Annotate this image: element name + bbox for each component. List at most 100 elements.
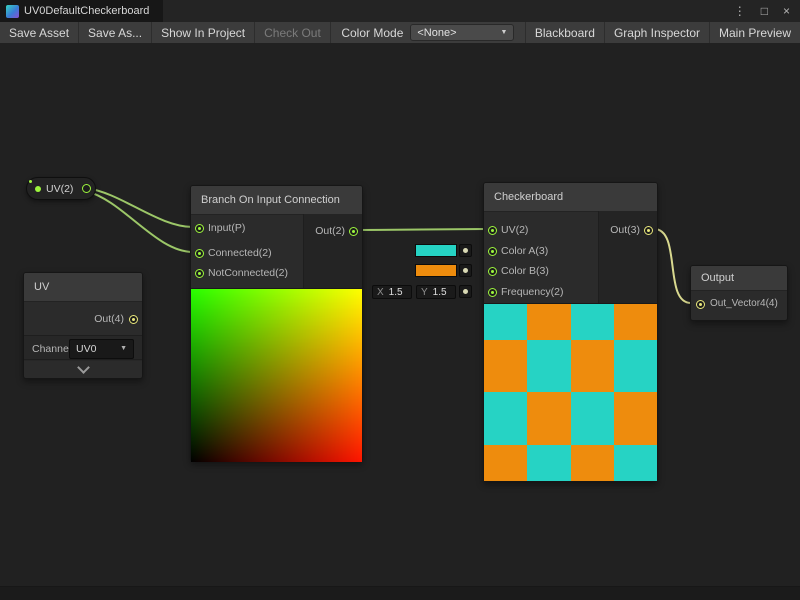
uv-collapse-toggle[interactable]	[24, 359, 142, 378]
graph-toolbar: Save Asset Save As... Show In Project Ch…	[0, 22, 800, 44]
checkerboard-color-a-port[interactable]	[488, 247, 497, 256]
branch-node-title[interactable]: Branch On Input Connection	[191, 186, 362, 215]
node-branch-on-input-connection[interactable]: Branch On Input Connection Input(P) Conn…	[190, 185, 363, 462]
checker-cell	[571, 340, 614, 393]
checkerboard-node-title[interactable]: Checkerboard	[484, 183, 657, 212]
color-mode-value: <None>	[417, 27, 456, 39]
color-a-field[interactable]	[415, 244, 457, 257]
graph-inspector-button[interactable]: Graph Inspector	[604, 22, 709, 43]
checkerboard-uv-port[interactable]	[488, 226, 497, 235]
checkerboard-color-b-port[interactable]	[488, 267, 497, 276]
checkerboard-out-port[interactable]	[644, 226, 653, 235]
blackboard-button[interactable]: Blackboard	[525, 22, 604, 43]
checker-cell	[527, 445, 570, 481]
uv-channel-value: UV0	[76, 343, 96, 355]
checker-cell	[571, 304, 614, 340]
edge-uvpill-to-connected[interactable]	[86, 191, 193, 252]
checker-cell	[484, 340, 527, 393]
uv-pill-out-port[interactable]	[82, 184, 91, 193]
color-b-picker-icon[interactable]	[459, 264, 472, 277]
uv-channel-dropdown[interactable]: UV0 ▼	[69, 339, 134, 359]
window-controls: ⋮ □ ×	[734, 0, 800, 22]
checkerboard-color-a-label: Color A(3)	[501, 244, 548, 258]
frequency-x-field[interactable]: X 1.5	[372, 285, 412, 299]
branch-out-label: Out(2)	[315, 224, 345, 238]
color-mode-label: Color Mode	[341, 26, 403, 40]
uv-channel-label: Channel	[32, 343, 69, 355]
branch-out-port[interactable]	[349, 227, 358, 236]
checkerboard-preview	[484, 303, 657, 481]
uv-out-port[interactable]	[129, 315, 138, 324]
branch-notconnected-port[interactable]	[195, 269, 204, 278]
tab-uv0defaultcheckerboard[interactable]: UV0DefaultCheckerboard	[0, 0, 163, 22]
shader-graph-window: UV0DefaultCheckerboard ⋮ □ × Save Asset …	[0, 0, 800, 600]
shadergraph-asset-icon	[6, 5, 19, 18]
checker-cell	[484, 392, 527, 445]
maximize-icon[interactable]: □	[761, 4, 768, 18]
checker-cell	[614, 445, 657, 481]
color-a-swatch[interactable]	[415, 244, 457, 257]
output-vector4-label: Out_Vector4(4)	[710, 297, 778, 311]
checker-cell	[614, 304, 657, 340]
edge-branch-to-checkerboard[interactable]	[359, 229, 486, 230]
node-uv[interactable]: UV Out(4) Channel UV0 ▼	[23, 272, 143, 379]
color-b-field[interactable]	[415, 264, 457, 277]
chevron-down-icon: ▼	[500, 29, 507, 36]
output-node-title[interactable]: Output	[691, 266, 787, 291]
kebab-menu-icon[interactable]: ⋮	[734, 4, 746, 18]
node-uv-pill[interactable]: UV(2)	[26, 177, 96, 200]
chevron-down-icon	[77, 361, 90, 374]
branch-input-p-port[interactable]	[195, 224, 204, 233]
save-asset-button[interactable]: Save Asset	[0, 22, 79, 43]
chevron-down-icon: ▼	[120, 345, 127, 352]
toolbar-left-group: Save Asset Save As... Show In Project Ch…	[0, 22, 331, 43]
checker-cell	[571, 445, 614, 481]
uv-pill-label: UV(2)	[46, 183, 82, 195]
checkerboard-frequency-label: Frequency(2)	[501, 285, 563, 299]
preview-dot-icon	[35, 186, 41, 192]
branch-notconnected-label: NotConnected(2)	[208, 266, 288, 280]
tab-bar: UV0DefaultCheckerboard ⋮ □ ×	[0, 0, 800, 22]
color-mode-group: Color Mode <None> ▼	[341, 22, 514, 43]
checker-cell	[527, 340, 570, 393]
checkerboard-frequency-port[interactable]	[488, 288, 497, 297]
output-vector4-port[interactable]	[696, 300, 705, 309]
color-mode-dropdown[interactable]: <None> ▼	[410, 24, 514, 41]
toolbar-right-group: Blackboard Graph Inspector Main Preview	[525, 22, 800, 43]
save-as-button[interactable]: Save As...	[79, 22, 152, 43]
canvas-bottom-strip	[0, 586, 800, 600]
checker-cell	[614, 340, 657, 393]
edge-uvpill-to-input[interactable]	[86, 188, 193, 227]
uv-out-label: Out(4)	[94, 312, 124, 326]
uv-node-title[interactable]: UV	[24, 273, 142, 302]
node-output[interactable]: Output Out_Vector4(4)	[690, 265, 788, 321]
color-b-swatch[interactable]	[415, 264, 457, 277]
node-checkerboard[interactable]: Checkerboard UV(2) Color A(3) Color B(3)…	[483, 182, 658, 482]
graph-canvas[interactable]: UV(2) Branch On Input Connection Input(P…	[0, 43, 800, 600]
checker-cell	[484, 445, 527, 481]
checkerboard-uv-label: UV(2)	[501, 223, 528, 237]
color-a-picker-icon[interactable]	[459, 244, 472, 257]
checker-cell	[614, 392, 657, 445]
frequency-y-label: Y	[421, 287, 428, 298]
checkerboard-out-label: Out(3)	[610, 223, 640, 237]
show-in-project-button[interactable]: Show In Project	[152, 22, 255, 43]
branch-uv-gradient-preview	[191, 288, 362, 462]
branch-connected-port[interactable]	[195, 249, 204, 258]
checkerboard-color-b-label: Color B(3)	[501, 264, 549, 278]
main-preview-button[interactable]: Main Preview	[709, 22, 800, 43]
tab-title: UV0DefaultCheckerboard	[24, 5, 149, 17]
branch-input-p-label: Input(P)	[208, 221, 245, 235]
frequency-y-field[interactable]: Y 1.5	[416, 285, 456, 299]
check-out-button: Check Out	[255, 22, 331, 43]
checker-cell	[571, 392, 614, 445]
branch-connected-label: Connected(2)	[208, 246, 272, 260]
edge-checkerboard-to-output[interactable]	[654, 229, 691, 303]
close-icon[interactable]: ×	[783, 4, 790, 18]
checker-cell	[527, 392, 570, 445]
frequency-connector-icon[interactable]	[459, 285, 472, 298]
uv-channel-row: Channel UV0 ▼	[24, 335, 142, 361]
checker-cell	[527, 304, 570, 340]
frequency-x-value[interactable]: 1.5	[389, 287, 403, 298]
frequency-y-value[interactable]: 1.5	[433, 287, 447, 298]
